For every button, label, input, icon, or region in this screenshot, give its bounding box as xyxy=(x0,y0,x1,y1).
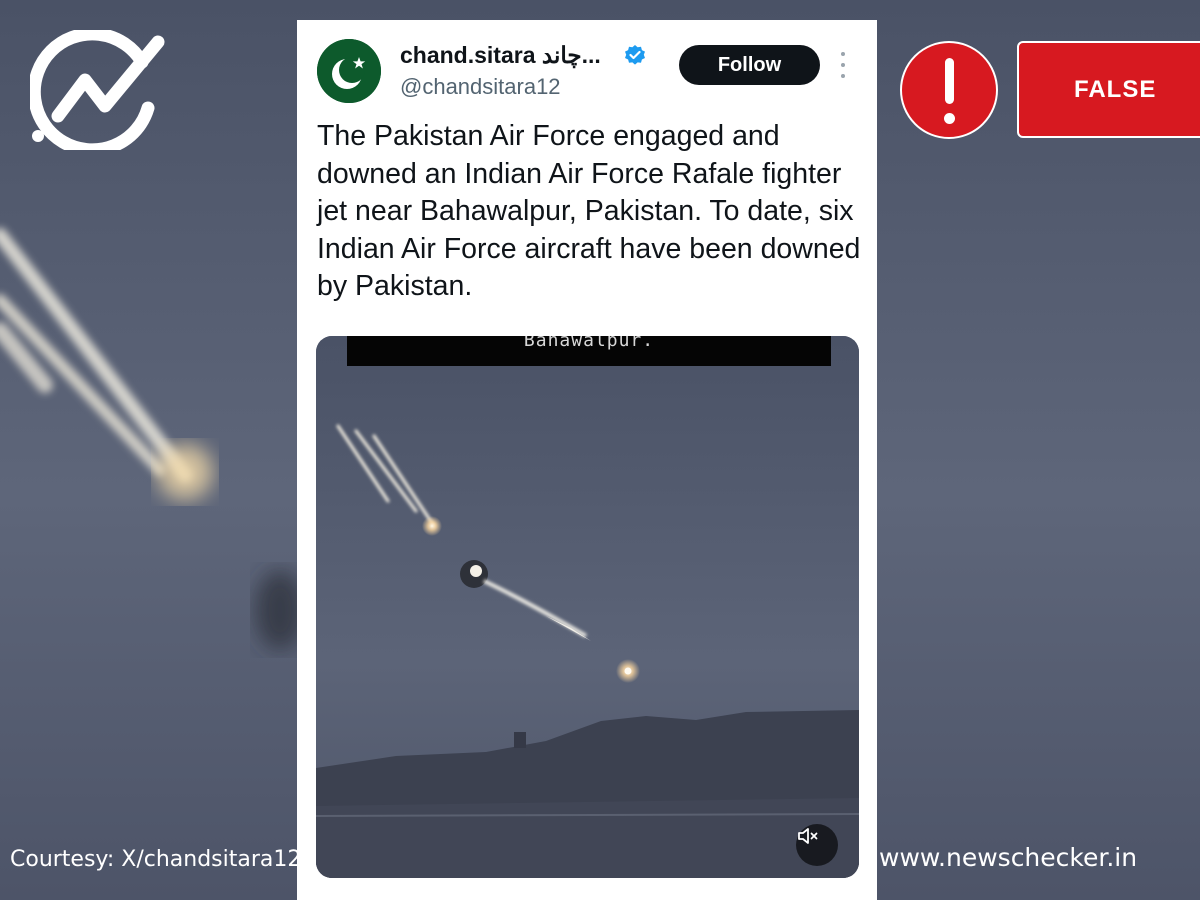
website-url: www.newschecker.in xyxy=(879,843,1138,872)
tweet-video[interactable]: Bahawalpur. xyxy=(316,336,859,878)
courtesy-credit: Courtesy: X/chandsitara12 xyxy=(10,847,302,872)
avatar[interactable] xyxy=(317,39,381,103)
follow-button[interactable]: Follow xyxy=(679,45,820,85)
mute-button[interactable] xyxy=(796,824,838,866)
newschecker-logo-icon xyxy=(30,30,165,150)
video-caption-text: Bahawalpur. xyxy=(523,336,655,351)
user-handle[interactable]: @chandsitara12 xyxy=(400,74,561,100)
pakistan-flag-crescent-star-icon xyxy=(317,39,381,103)
tweet-text: The Pakistan Air Force engaged and downe… xyxy=(317,120,861,302)
verified-badge-icon xyxy=(625,45,645,65)
verdict-badge: FALSE xyxy=(1017,41,1200,138)
more-options-icon[interactable] xyxy=(837,52,849,78)
tweet-card: chand.sitara چاند... @chandsitara12 Foll… xyxy=(297,20,877,900)
video-frame xyxy=(316,336,859,878)
video-caption-bar: Bahawalpur. xyxy=(347,336,831,366)
display-name[interactable]: chand.sitara چاند... xyxy=(400,42,601,69)
exclamation-alert-icon xyxy=(900,41,998,139)
muted-speaker-icon xyxy=(798,828,818,844)
